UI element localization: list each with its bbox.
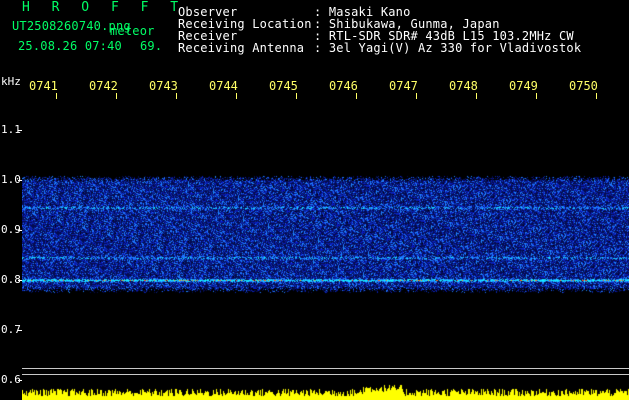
spectrogram-plot — [22, 100, 629, 400]
time-tick-label: 0744 — [209, 79, 238, 93]
datetime-label: 25.08.26 07:40 — [18, 39, 122, 53]
baseline-line — [22, 368, 629, 369]
time-tick-mark — [296, 93, 297, 99]
time-tick-label: 0745 — [269, 79, 298, 93]
count-label: 69. — [140, 39, 163, 53]
time-tick-mark — [416, 93, 417, 99]
time-tick-label: 0742 — [89, 79, 118, 93]
time-tick-label: 0750 — [569, 79, 598, 93]
time-tick-mark — [236, 93, 237, 99]
time-tick-label: 0746 — [329, 79, 358, 93]
spectrogram-canvas — [22, 100, 629, 400]
time-tick-mark — [176, 93, 177, 99]
antenna-value: : 3el Yagi(V) Az 330 for Vladivostok — [314, 41, 582, 55]
time-tick-mark — [596, 93, 597, 99]
time-tick-mark — [476, 93, 477, 99]
time-tick-mark — [56, 93, 57, 99]
antenna-label: Receiving Antenna — [178, 41, 305, 55]
unit-label: kHz — [1, 75, 21, 88]
time-tick-label: 0741 — [29, 79, 58, 93]
baseline-line-2 — [22, 374, 629, 375]
time-tick-label: 0748 — [449, 79, 478, 93]
time-tick-mark — [536, 93, 537, 99]
time-tick-mark — [356, 93, 357, 99]
header-panel: H R O F F T UT2508260740.png meteor 25.0… — [0, 0, 629, 72]
meteor-tag: meteor — [110, 24, 155, 38]
time-tick-mark — [116, 93, 117, 99]
time-tick-label: 0749 — [509, 79, 538, 93]
time-tick-label: 0743 — [149, 79, 178, 93]
station-title: H R O F F T — [22, 0, 186, 15]
time-tick-label: 0747 — [389, 79, 418, 93]
